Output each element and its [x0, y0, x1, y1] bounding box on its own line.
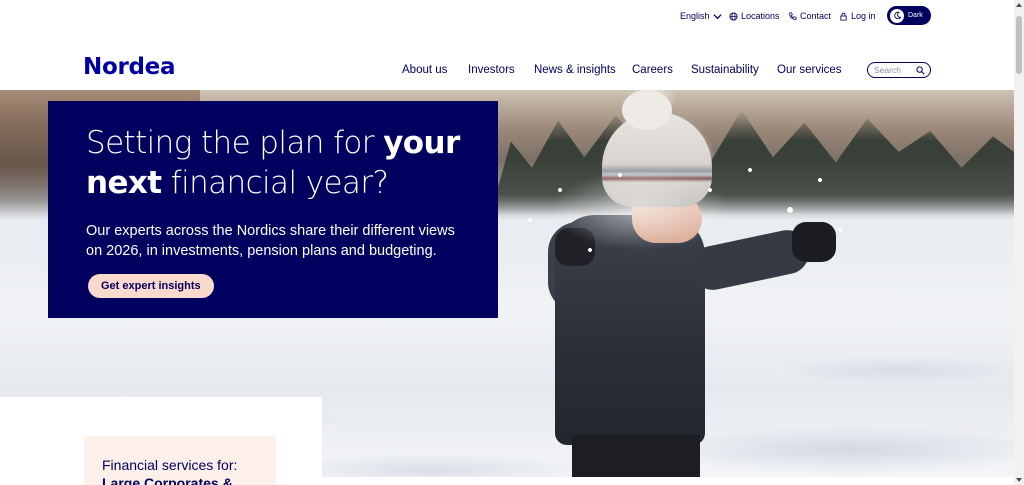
- nordea-logo[interactable]: Nordea: [83, 54, 175, 80]
- contact-link[interactable]: Contact: [788, 11, 831, 21]
- child-legs: [572, 435, 700, 477]
- nav-careers[interactable]: Careers: [632, 64, 673, 76]
- hero-title-bold1: your: [383, 125, 460, 161]
- search-input[interactable]: Search: [867, 62, 931, 78]
- financial-services-segment[interactable]: Large Corporates &: [102, 475, 258, 485]
- dark-mode-label: Dark: [908, 12, 923, 19]
- nav-news-insights[interactable]: News & insights: [534, 64, 616, 76]
- contact-label: Contact: [800, 11, 832, 21]
- dark-mode-toggle[interactable]: Dark: [887, 6, 931, 25]
- globe-icon: [729, 11, 738, 21]
- nav-investors[interactable]: Investors: [468, 64, 515, 76]
- hero-title: Setting the plan for your next financial…: [86, 123, 460, 203]
- search-icon[interactable]: [916, 65, 925, 75]
- financial-services-card[interactable]: Financial services for: Large Corporates…: [84, 436, 276, 485]
- hero-card: Setting the plan for your next financial…: [48, 101, 498, 318]
- language-label: English: [680, 11, 710, 21]
- hero-title-bold2: next: [86, 165, 162, 201]
- hero-subtitle: Our experts across the Nordics share the…: [86, 223, 455, 259]
- financial-services-heading: Financial services for:: [102, 457, 238, 473]
- locations-link[interactable]: Locations: [729, 11, 780, 21]
- nav-our-services[interactable]: Our services: [777, 64, 842, 76]
- nav-about-us[interactable]: About us: [402, 64, 447, 76]
- child-hat-pompom: [622, 90, 672, 130]
- search-placeholder: Search: [874, 65, 901, 75]
- chevron-down-icon: [712, 13, 722, 19]
- vertical-scrollbar[interactable]: [1014, 0, 1024, 485]
- nav-sustainability[interactable]: Sustainability: [691, 64, 759, 76]
- moon-icon: [890, 8, 904, 23]
- bottom-strip: [322, 477, 1014, 485]
- scrollbar-thumb[interactable]: [1016, 16, 1022, 74]
- phone-icon: [789, 11, 797, 20]
- get-expert-insights-button[interactable]: Get expert insights: [88, 274, 214, 298]
- hero-title-part1: Setting the plan for: [86, 125, 384, 161]
- login-label: Log in: [851, 11, 876, 21]
- snow-spray: [500, 150, 860, 330]
- hero-title-part2: financial year?: [161, 165, 389, 201]
- scroll-up-arrow-icon[interactable]: [1016, 3, 1022, 7]
- language-selector[interactable]: English: [680, 11, 722, 21]
- locations-label: Locations: [741, 11, 780, 21]
- login-link[interactable]: Log in: [839, 11, 876, 21]
- lock-icon: [840, 12, 847, 21]
- scroll-down-arrow-icon[interactable]: [1016, 478, 1022, 482]
